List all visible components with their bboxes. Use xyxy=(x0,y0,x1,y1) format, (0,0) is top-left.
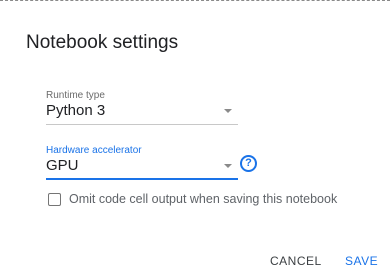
dialog-title: Notebook settings xyxy=(26,32,179,53)
notebook-settings-dialog: Notebook settings Runtime type Python 3 … xyxy=(0,0,390,279)
runtime-type-label: Runtime type xyxy=(46,90,105,101)
top-divider xyxy=(0,0,390,1)
omit-output-label[interactable]: Omit code cell output when saving this n… xyxy=(69,192,337,206)
hardware-accelerator-underline xyxy=(46,178,238,180)
cancel-button[interactable]: CANCEL xyxy=(270,254,322,268)
hardware-accelerator-value: GPU xyxy=(46,157,79,174)
help-circle-icon[interactable]: ? xyxy=(240,155,257,172)
hardware-accelerator-select[interactable]: Hardware accelerator GPU xyxy=(46,145,238,183)
save-button[interactable]: SAVE xyxy=(345,254,378,268)
chevron-down-icon[interactable] xyxy=(224,164,232,168)
runtime-type-underline xyxy=(46,124,238,125)
runtime-type-select[interactable]: Runtime type Python 3 xyxy=(46,90,238,128)
chevron-down-icon[interactable] xyxy=(224,109,232,113)
runtime-type-value: Python 3 xyxy=(46,102,106,119)
omit-output-checkbox[interactable] xyxy=(48,193,61,206)
hardware-accelerator-label: Hardware accelerator xyxy=(46,145,142,156)
